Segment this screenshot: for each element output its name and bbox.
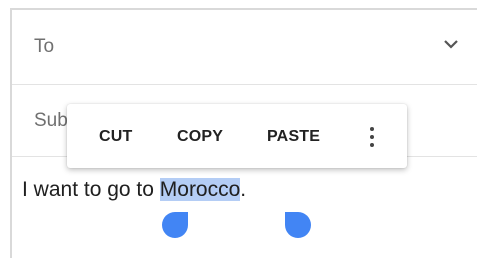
selection-end-handle[interactable] bbox=[285, 212, 311, 238]
chevron-down-icon[interactable] bbox=[443, 38, 459, 50]
to-field[interactable]: To bbox=[12, 10, 477, 85]
more-vert-icon[interactable] bbox=[365, 124, 379, 150]
body-text[interactable]: I want to go to Morocco. bbox=[22, 178, 246, 202]
selected-text: Morocco bbox=[159, 178, 241, 201]
text-selection-menu: CUT COPY PASTE bbox=[67, 104, 407, 168]
cut-button[interactable]: CUT bbox=[99, 128, 132, 146]
paste-button[interactable]: PASTE bbox=[267, 128, 320, 146]
to-label: To bbox=[34, 36, 55, 57]
body-text-after: . bbox=[240, 178, 247, 201]
selection-start-handle[interactable] bbox=[162, 212, 188, 238]
copy-button[interactable]: COPY bbox=[177, 128, 223, 146]
subject-label: Sub bbox=[34, 110, 68, 131]
body-text-before: I want to go to bbox=[22, 178, 160, 201]
